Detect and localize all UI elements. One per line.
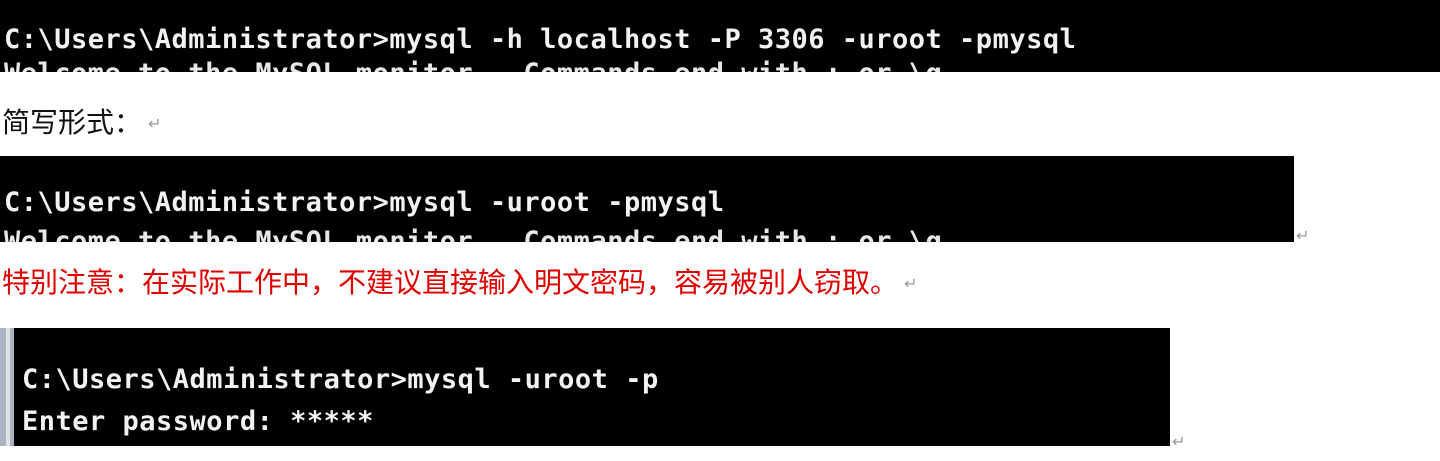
window-border-highlight	[6, 328, 10, 446]
paragraph-mark-icon: ↵	[1172, 432, 1186, 451]
terminal-output-line-cut: Welcome to the MySQL monitor. Commands e…	[4, 226, 960, 242]
terminal-screenshot-2: C:\Users\Administrator>mysql -uroot -pmy…	[0, 156, 1294, 242]
warning-note: 特别注意：在实际工作中，不建议直接输入明文密码，容易被别人窃取。 ↵	[2, 266, 917, 301]
short-form-label-text: 简写形式：	[2, 106, 143, 139]
short-form-label: 简写形式： ↵	[2, 106, 161, 141]
terminal-command-line: C:\Users\Administrator>mysql -h localhos…	[4, 24, 1077, 55]
terminal-output-line-cut: Welcome to the MySQL monitor. Commands e…	[4, 58, 959, 72]
warning-note-text: 特别注意：在实际工作中，不建议直接输入明文密码，容易被别人窃取。	[2, 266, 899, 299]
paragraph-mark-icon: ↵	[904, 274, 918, 293]
terminal-command-line: C:\Users\Administrator>mysql -uroot -pmy…	[4, 187, 725, 218]
paragraph-mark-icon: ↵	[148, 114, 162, 133]
terminal-screenshot-1: C:\Users\Administrator>mysql -h localhos…	[0, 0, 1440, 72]
terminal-screenshot-3: C:\Users\Administrator>mysql -uroot -p E…	[14, 328, 1170, 446]
paragraph-mark-icon: ↵	[1296, 226, 1310, 245]
terminal-command-line: C:\Users\Administrator>mysql -uroot -p	[22, 364, 659, 395]
terminal-password-prompt: Enter password: *****	[22, 406, 374, 437]
